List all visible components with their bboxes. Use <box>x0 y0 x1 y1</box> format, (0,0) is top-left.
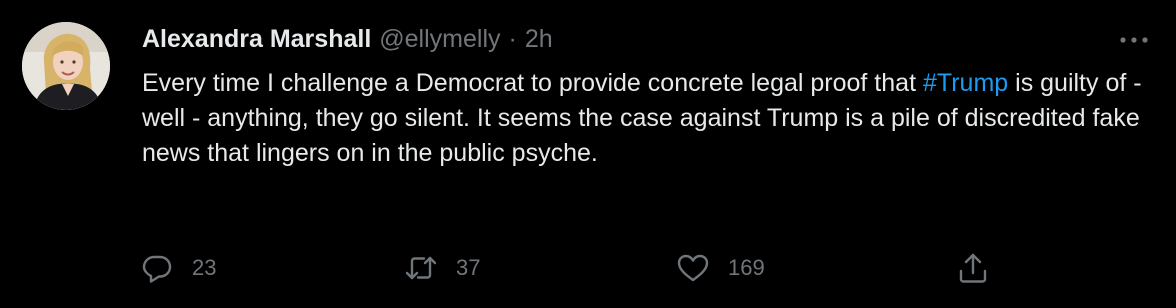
avatar[interactable] <box>22 22 110 110</box>
reply-count: 23 <box>192 255 217 280</box>
share-icon <box>956 251 990 285</box>
tweet-text: Every time I challenge a Democrat to pro… <box>142 66 1142 171</box>
tweet-header: Alexandra Marshall @ellymelly · 2h <box>142 22 553 56</box>
retweet-icon <box>404 251 438 285</box>
like-button[interactable]: 169 <box>676 248 765 288</box>
author-display-name[interactable]: Alexandra Marshall <box>142 25 371 54</box>
share-button[interactable] <box>956 248 990 288</box>
more-options-icon <box>1120 37 1148 43</box>
separator-dot: · <box>508 24 517 53</box>
retweet-count: 37 <box>456 255 481 280</box>
timestamp[interactable]: 2h <box>525 25 553 54</box>
more-options-button[interactable] <box>1114 26 1154 54</box>
author-handle[interactable]: @ellymelly <box>379 25 500 54</box>
tweet-actions: 23 37 169 <box>0 248 1176 288</box>
heart-icon <box>676 251 710 285</box>
retweet-button[interactable]: 37 <box>404 248 480 288</box>
hashtag-link[interactable]: #Trump <box>923 69 1008 97</box>
tweet-text-part: Every time I challenge a Democrat to pro… <box>142 69 923 97</box>
like-count: 169 <box>728 255 765 280</box>
tweet[interactable]: Alexandra Marshall @ellymelly · 2h Every… <box>0 0 1176 308</box>
reply-icon <box>140 251 174 285</box>
avatar-image <box>22 22 110 110</box>
reply-button[interactable]: 23 <box>140 248 216 288</box>
